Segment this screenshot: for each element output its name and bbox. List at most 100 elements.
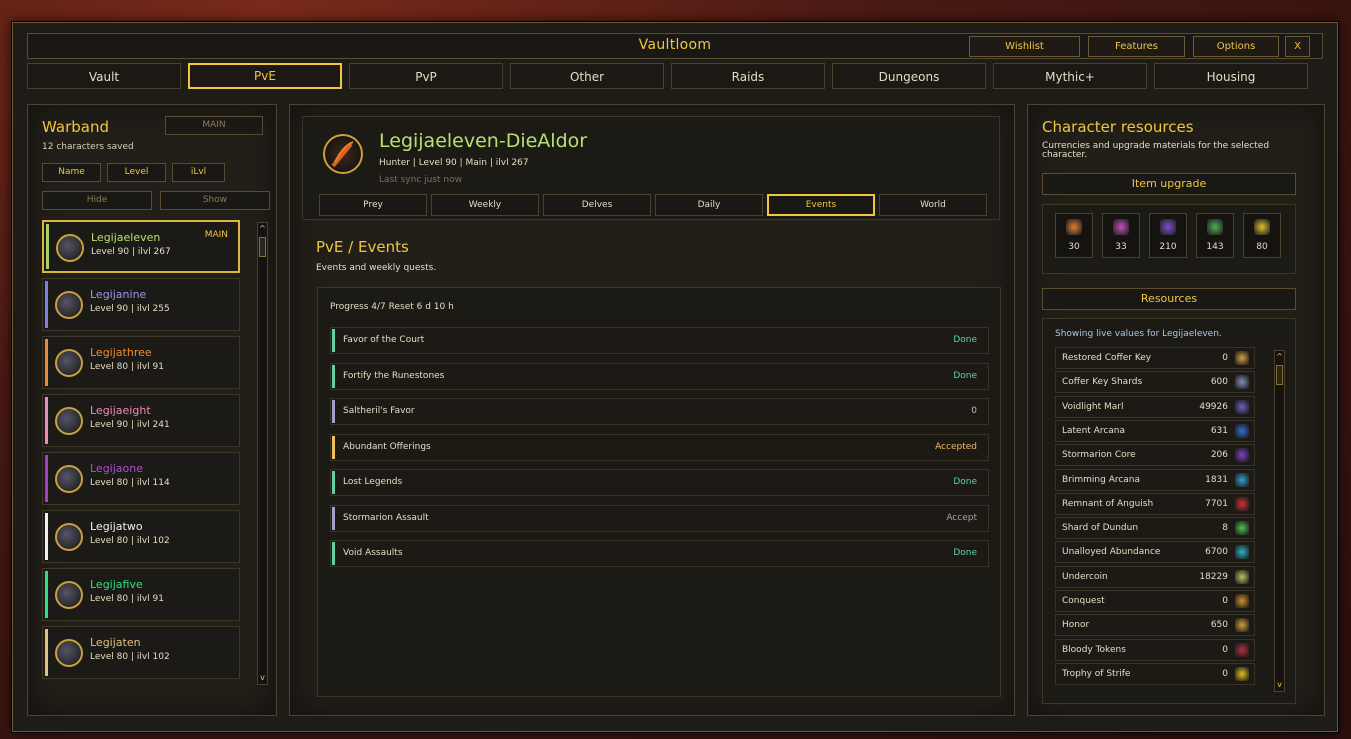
resource-name: Undercoin	[1062, 571, 1108, 582]
section-subtitle: Events and weekly quests.	[316, 263, 437, 273]
subtab-weekly[interactable]: Weekly	[431, 194, 539, 216]
upgrade-currency-cell[interactable]: 210	[1149, 213, 1187, 258]
subtab-prey[interactable]: Prey	[319, 194, 427, 216]
class-color-bar	[45, 513, 48, 560]
tab-pvp[interactable]: PvP	[349, 63, 503, 89]
crest-icon	[1160, 219, 1176, 235]
resource-row[interactable]: Latent Arcana 631	[1055, 419, 1255, 442]
upgrade-currency-cell[interactable]: 143	[1196, 213, 1234, 258]
scroll-up-icon[interactable]: ^	[258, 224, 267, 234]
quest-row[interactable]: Favor of the Court Done	[330, 327, 989, 354]
tab-pve[interactable]: PvE	[188, 63, 342, 89]
features-button[interactable]: Features	[1088, 36, 1185, 57]
sort-level-button[interactable]: Level	[107, 163, 166, 182]
character-card[interactable]: Legijafive Level 80 | ilvl 91	[42, 568, 240, 621]
currency-icon	[1235, 618, 1249, 633]
currency-icon	[1235, 521, 1249, 536]
resource-value: 600	[1210, 377, 1228, 388]
character-card-info: Level 80 | ilvl 114	[90, 478, 170, 488]
resource-row[interactable]: Coffer Key Shards 600	[1055, 371, 1255, 394]
resource-value: 8	[1222, 523, 1228, 534]
character-card-name: Legijathree	[90, 346, 152, 359]
tab-other[interactable]: Other	[510, 63, 664, 89]
resource-row[interactable]: Unalloyed Abundance 6700	[1055, 541, 1255, 564]
quest-name: Favor of the Court	[343, 335, 425, 345]
close-button[interactable]: X	[1285, 36, 1310, 57]
character-card[interactable]: Legijatwo Level 80 | ilvl 102	[42, 510, 240, 563]
resource-value: 650	[1210, 620, 1228, 631]
quest-status-bar	[332, 506, 335, 530]
scroll-down-icon[interactable]: v	[1275, 680, 1284, 690]
scroll-up-icon[interactable]: ^	[1275, 352, 1284, 362]
quest-row[interactable]: Saltheril's Favor 0	[330, 398, 989, 425]
resource-row[interactable]: Trophy of Strife 0	[1055, 662, 1255, 685]
character-card[interactable]: Legijaeight Level 90 | ilvl 241	[42, 394, 240, 447]
resource-row[interactable]: Stormarion Core 206	[1055, 444, 1255, 467]
class-color-bar	[45, 629, 48, 676]
wishlist-button[interactable]: Wishlist	[969, 36, 1080, 57]
currency-icon	[1235, 496, 1249, 511]
resource-row[interactable]: Brimming Arcana 1831	[1055, 468, 1255, 491]
currency-icon	[1235, 594, 1249, 608]
resource-row[interactable]: Bloody Tokens 0	[1055, 638, 1255, 661]
tab-housing[interactable]: Housing	[1154, 63, 1308, 89]
character-card-info: Level 90 | ilvl 267	[91, 247, 171, 257]
tab-dungeons[interactable]: Dungeons	[832, 63, 986, 89]
character-count: 12 characters saved	[42, 142, 134, 152]
quest-row[interactable]: Void Assaults Done	[330, 540, 989, 567]
tab-mythic-plus[interactable]: Mythic+	[993, 63, 1147, 89]
tab-raids[interactable]: Raids	[671, 63, 825, 89]
upgrade-currency-cell[interactable]: 30	[1055, 213, 1093, 258]
character-card[interactable]: Legijaten Level 80 | ilvl 102	[42, 626, 240, 679]
character-card[interactable]: Legijanine Level 90 | ilvl 255	[42, 278, 240, 331]
resource-value: 0	[1222, 353, 1228, 363]
character-card[interactable]: Legijaone Level 80 | ilvl 114	[42, 452, 240, 505]
scroll-thumb[interactable]	[1276, 365, 1283, 385]
quest-status: Done	[953, 335, 977, 345]
quest-row[interactable]: Abundant Offerings Accepted	[330, 433, 989, 461]
resource-row[interactable]: Conquest 0	[1055, 590, 1255, 612]
scroll-thumb[interactable]	[259, 237, 266, 257]
subtab-world[interactable]: World	[879, 194, 987, 216]
resource-row[interactable]: Shard of Dundun 8	[1055, 517, 1255, 540]
options-button[interactable]: Options	[1193, 36, 1279, 57]
character-scrollbar[interactable]: ^ v	[257, 222, 268, 685]
resource-note: Showing live values for Legijaeleven.	[1055, 329, 1222, 339]
quest-row[interactable]: Fortify the Runestones Done	[330, 362, 989, 390]
resource-row[interactable]: Honor 650	[1055, 614, 1255, 637]
character-card-name: Legijanine	[90, 288, 147, 301]
resource-name: Bloody Tokens	[1062, 644, 1126, 655]
sync-status: Last sync just now	[379, 175, 462, 185]
resource-name: Latent Arcana	[1062, 425, 1126, 436]
app-window: Vaultloom Wishlist Features Options X Va…	[12, 22, 1338, 732]
crest-icon	[1113, 219, 1129, 235]
quest-row[interactable]: Stormarion Assault Accept	[330, 504, 989, 532]
sort-name-button[interactable]: Name	[42, 163, 101, 182]
hide-button[interactable]: Hide	[42, 191, 152, 210]
subtab-daily[interactable]: Daily	[655, 194, 763, 216]
character-portrait-icon	[55, 407, 83, 435]
character-card[interactable]: Legijaeleven Level 90 | ilvl 267 MAIN	[42, 220, 240, 273]
character-card-name: Legijatwo	[90, 520, 143, 533]
subtab-events[interactable]: Events	[767, 194, 875, 216]
sort-ilvl-button[interactable]: iLvl	[172, 163, 225, 182]
quest-status-bar	[332, 542, 335, 565]
main-filter-button[interactable]: MAIN	[165, 116, 263, 135]
show-button[interactable]: Show	[160, 191, 270, 210]
resource-row[interactable]: Restored Coffer Key 0	[1055, 347, 1255, 369]
resource-scrollbar[interactable]: ^ v	[1274, 350, 1285, 692]
character-card[interactable]: Legijathree Level 80 | ilvl 91	[42, 336, 240, 389]
scroll-down-icon[interactable]: v	[258, 673, 267, 683]
resource-row[interactable]: Undercoin 18229	[1055, 565, 1255, 588]
subtab-delves[interactable]: Delves	[543, 194, 651, 216]
upgrade-currency-cell[interactable]: 33	[1102, 213, 1140, 258]
resource-value: 1831	[1205, 474, 1228, 485]
tab-vault[interactable]: Vault	[27, 63, 181, 89]
upgrade-currency-cell[interactable]: 80	[1243, 213, 1281, 258]
resource-row[interactable]: Voidlight Marl 49926	[1055, 395, 1255, 418]
quest-status-bar	[332, 471, 335, 494]
character-portrait-icon	[55, 349, 83, 377]
upgrade-currency-value: 143	[1206, 242, 1224, 252]
quest-row[interactable]: Lost Legends Done	[330, 469, 989, 496]
resource-row[interactable]: Remnant of Anguish 7701	[1055, 492, 1255, 515]
